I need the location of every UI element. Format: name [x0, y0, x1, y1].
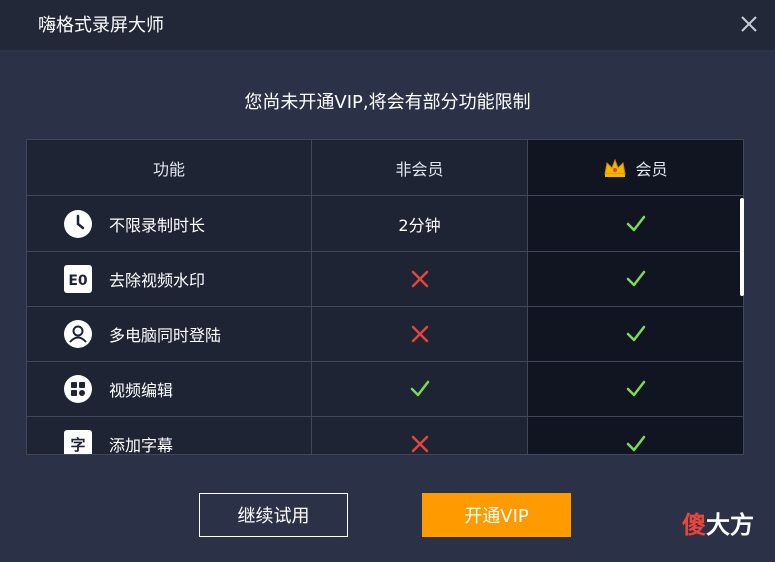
feature-cell: 视频编辑: [27, 361, 312, 416]
check-icon: [409, 378, 431, 400]
feature-label: 视频编辑: [109, 380, 174, 400]
open-vip-button[interactable]: 开通VIP: [422, 493, 571, 537]
watermark-part2: 大方: [706, 511, 754, 539]
table-row: 字 添加字幕: [27, 416, 743, 455]
feature-comparison-table: 功能 非会员 会员 不限录制时长 2分钟 E0 去除视频水印 多电脑同时登陆 视频编辑字 添…: [26, 139, 744, 455]
continue-trial-button[interactable]: 继续试用: [199, 493, 348, 537]
table-row: E0 去除视频水印: [27, 251, 743, 307]
member-cell: [528, 416, 743, 455]
cross-icon: [410, 324, 430, 344]
window-title: 嗨格式录屏大师: [38, 15, 164, 36]
vip-notice: 您尚未开通VIP,将会有部分功能限制: [244, 92, 531, 113]
check-icon: [625, 378, 647, 400]
non-member-cell: [312, 361, 528, 416]
table-header-row: 功能 非会员 会员: [27, 140, 743, 196]
header-member: 会员: [528, 140, 743, 195]
watermark-icon: E0: [63, 264, 93, 294]
title-bar: 嗨格式录屏大师: [0, 0, 775, 50]
cross-icon: [410, 434, 430, 454]
header-feature: 功能: [27, 140, 312, 195]
table-scrollbar[interactable]: [740, 198, 744, 296]
feature-cell: 不限录制时长: [27, 196, 312, 251]
check-icon: [625, 323, 647, 345]
non-member-cell: [312, 306, 528, 361]
feature-label: 去除视频水印: [109, 270, 206, 290]
table-row: 不限录制时长 2分钟: [27, 196, 743, 252]
feature-label: 不限录制时长: [109, 215, 206, 235]
cross-icon: [410, 269, 430, 289]
member-cell: [528, 361, 743, 416]
header-non-member: 非会员: [312, 140, 528, 195]
member-cell: [528, 251, 743, 306]
table-row: 视频编辑: [27, 361, 743, 417]
close-button[interactable]: [733, 8, 765, 40]
member-cell: [528, 306, 743, 361]
feature-cell: 多电脑同时登陆: [27, 306, 312, 361]
svg-text:字: 字: [70, 436, 85, 454]
check-icon: [625, 213, 647, 235]
grid-icon: [63, 374, 93, 404]
feature-label: 多电脑同时登陆: [109, 325, 222, 345]
check-icon: [625, 268, 647, 290]
clock-icon: [63, 209, 93, 239]
svg-text:E0: E0: [68, 273, 88, 289]
non-member-cell: 2分钟: [312, 196, 528, 251]
header-member-label: 会员: [635, 159, 668, 179]
feature-cell: E0 去除视频水印: [27, 251, 312, 306]
watermark-part1: 傻: [682, 511, 706, 539]
site-watermark: 傻 大方: [682, 505, 754, 540]
check-icon: [625, 433, 647, 455]
feature-cell: 字 添加字幕: [27, 416, 312, 455]
table-row: 多电脑同时登陆: [27, 306, 743, 362]
feature-label: 添加字幕: [109, 435, 174, 455]
member-cell: [528, 196, 743, 251]
user-icon: [63, 319, 93, 349]
non-member-cell: [312, 416, 528, 454]
non-member-cell: [312, 251, 528, 306]
crown-icon: [604, 158, 627, 177]
subtitle-icon: 字: [63, 429, 93, 454]
close-icon: [741, 16, 757, 32]
non-member-value: 2分钟: [398, 215, 441, 235]
